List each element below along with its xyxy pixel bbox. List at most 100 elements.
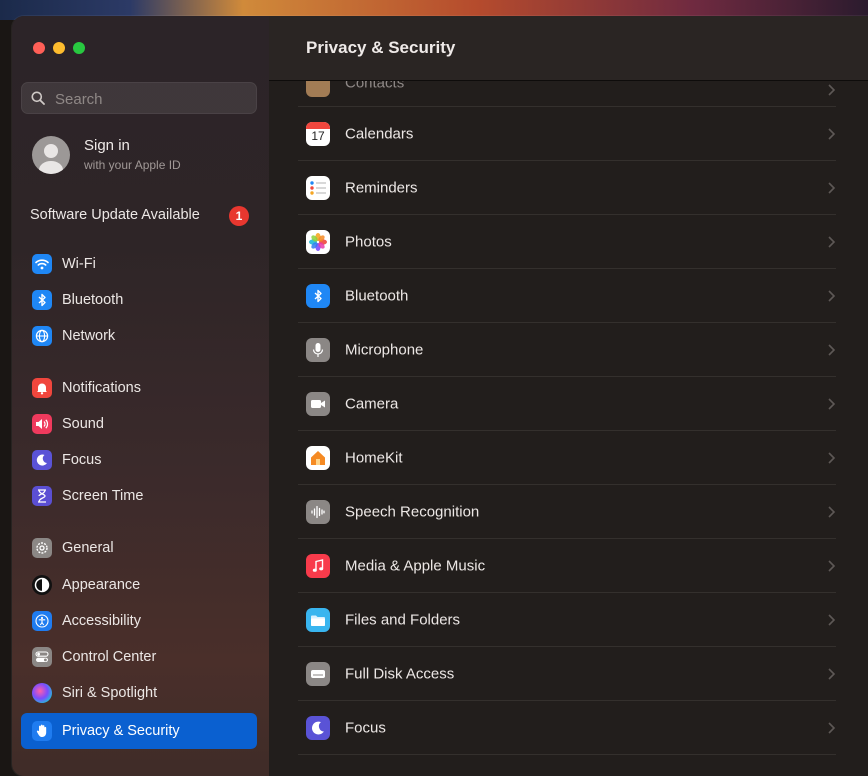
sidebar-item-wifi[interactable]: Wi-Fi — [21, 250, 257, 278]
sidebar-item-label: Screen Time — [62, 488, 144, 504]
moon-icon — [32, 450, 52, 470]
calendar-day-number: 17 — [311, 129, 325, 143]
list-row-microphone[interactable]: Microphone — [298, 323, 836, 377]
list-row-contacts[interactable]: Contacts — [298, 81, 836, 107]
moon-icon — [306, 716, 330, 740]
gear-icon — [32, 538, 52, 558]
row-label: Media & Apple Music — [345, 557, 486, 575]
sidebar: Sign in with your Apple ID Software Upda… — [12, 16, 269, 776]
sidebar-item-screen-time[interactable]: Screen Time — [21, 482, 257, 510]
chevron-right-icon — [828, 128, 836, 140]
sidebar-item-general[interactable]: General — [21, 534, 257, 562]
sidebar-item-notifications[interactable]: Notifications — [21, 374, 257, 402]
calendar-icon: 17 — [306, 122, 330, 146]
sidebar-item-label: Sound — [62, 416, 104, 432]
sidebar-item-siri-spotlight[interactable]: Siri & Spotlight — [21, 679, 257, 707]
row-label: Focus — [345, 719, 386, 737]
chevron-right-icon — [828, 182, 836, 194]
sidebar-item-control-center[interactable]: Control Center — [21, 643, 257, 671]
sidebar-item-label: Bluetooth — [62, 292, 124, 308]
list-row-full-disk-access[interactable]: Full Disk Access — [298, 647, 836, 701]
row-label: HomeKit — [345, 449, 403, 467]
sidebar-item-label: Accessibility — [62, 613, 141, 629]
chevron-right-icon — [828, 452, 836, 464]
chevron-right-icon — [828, 398, 836, 410]
folder-icon — [306, 608, 330, 632]
sidebar-item-accessibility[interactable]: Accessibility — [21, 607, 257, 635]
sidebar-item-label: General — [62, 540, 114, 556]
sidebar-item-label: Privacy & Security — [62, 723, 180, 739]
camera-icon — [306, 392, 330, 416]
software-update-link[interactable]: Software Update Available 1 — [30, 204, 258, 226]
sidebar-item-privacy-security[interactable]: Privacy & Security — [21, 713, 257, 749]
sidebar-item-network[interactable]: Network — [21, 322, 257, 350]
main-pane: Privacy & Security Contacts 17 Calendars — [269, 16, 868, 776]
sidebar-item-appearance[interactable]: Appearance — [21, 571, 257, 599]
row-label: Camera — [345, 395, 399, 413]
chevron-right-icon — [828, 84, 836, 96]
list-row-focus[interactable]: Focus — [298, 701, 836, 755]
hand-icon — [32, 721, 52, 741]
wifi-icon — [32, 254, 52, 274]
chevron-right-icon — [828, 506, 836, 518]
window-controls — [33, 42, 85, 54]
microphone-icon — [306, 338, 330, 362]
avatar — [32, 136, 70, 174]
sidebar-item-label: Wi-Fi — [62, 256, 96, 272]
contacts-icon — [306, 81, 330, 97]
globe-icon — [32, 326, 52, 346]
toolbar: Privacy & Security — [269, 16, 868, 81]
hourglass-icon — [32, 486, 52, 506]
list-row-calendars[interactable]: 17 Calendars — [298, 107, 836, 161]
minimize-window-button[interactable] — [53, 42, 65, 54]
speaker-icon — [32, 414, 52, 434]
photos-icon — [306, 230, 330, 254]
sidebar-item-sound[interactable]: Sound — [21, 410, 257, 438]
close-window-button[interactable] — [33, 42, 45, 54]
signin-subtitle: with your Apple ID — [84, 158, 181, 172]
appearance-icon — [32, 575, 52, 595]
home-icon — [306, 446, 330, 470]
chevron-right-icon — [828, 290, 836, 302]
bluetooth-icon — [32, 290, 52, 310]
apple-id-signin[interactable]: Sign in with your Apple ID — [32, 134, 258, 178]
row-label: Calendars — [345, 125, 414, 143]
search-icon — [31, 91, 45, 105]
toggles-icon — [32, 647, 52, 667]
list-row-camera[interactable]: Camera — [298, 377, 836, 431]
sidebar-item-focus[interactable]: Focus — [21, 446, 257, 474]
chevron-right-icon — [828, 560, 836, 572]
row-label: Reminders — [345, 179, 418, 197]
bluetooth-icon — [306, 284, 330, 308]
sidebar-item-label: Notifications — [62, 380, 141, 396]
zoom-window-button[interactable] — [73, 42, 85, 54]
update-count-badge: 1 — [229, 206, 249, 226]
list-row-speech-recognition[interactable]: Speech Recognition — [298, 485, 836, 539]
person-icon — [39, 144, 63, 174]
list-row-files-folders[interactable]: Files and Folders — [298, 593, 836, 647]
disk-icon — [306, 662, 330, 686]
waveform-icon — [306, 500, 330, 524]
list-row-media-apple-music[interactable]: Media & Apple Music — [298, 539, 836, 593]
siri-icon — [32, 683, 52, 703]
sidebar-item-label: Network — [62, 328, 116, 344]
row-label: Bluetooth — [345, 287, 409, 305]
row-label: Contacts — [345, 81, 405, 92]
search-field[interactable] — [21, 82, 257, 114]
chevron-right-icon — [828, 722, 836, 734]
privacy-list: Contacts 17 Calendars Reminders Photos B… — [269, 81, 868, 776]
row-label: Photos — [345, 233, 392, 251]
reminders-icon — [306, 176, 330, 200]
list-row-bluetooth[interactable]: Bluetooth — [298, 269, 836, 323]
signin-title: Sign in — [84, 137, 130, 154]
row-label: Speech Recognition — [345, 503, 480, 521]
list-row-reminders[interactable]: Reminders — [298, 161, 836, 215]
list-row-photos[interactable]: Photos — [298, 215, 836, 269]
row-label: Files and Folders — [345, 611, 461, 629]
row-label: Full Disk Access — [345, 665, 455, 683]
accessibility-icon — [32, 611, 52, 631]
music-note-icon — [306, 554, 330, 578]
search-input[interactable] — [53, 88, 247, 110]
list-row-homekit[interactable]: HomeKit — [298, 431, 836, 485]
sidebar-item-bluetooth[interactable]: Bluetooth — [21, 286, 257, 314]
